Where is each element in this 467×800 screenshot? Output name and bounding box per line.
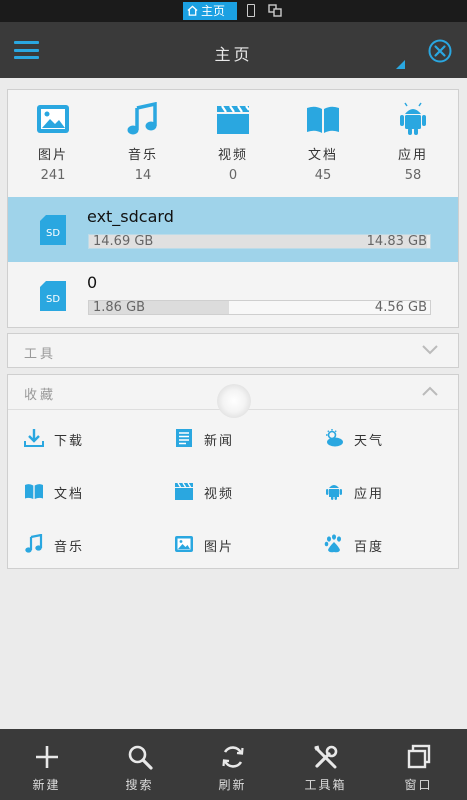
storage-used: 14.69 GB xyxy=(93,234,154,249)
close-icon[interactable] xyxy=(428,39,452,63)
favorite-label: 视频 xyxy=(204,487,235,502)
document-icon xyxy=(25,484,43,499)
image-icon xyxy=(175,536,193,552)
weather-icon xyxy=(326,429,343,447)
favorite-download[interactable]: 下载 xyxy=(24,426,154,450)
favorite-label: 音乐 xyxy=(54,540,85,555)
search-label: 搜索 xyxy=(125,778,154,792)
category-label: 图片 xyxy=(37,148,68,163)
refresh-label: 刷新 xyxy=(218,778,247,792)
svg-text:SD: SD xyxy=(46,228,60,239)
loading-indicator xyxy=(217,384,251,418)
storage-name: ext_sdcard xyxy=(87,207,174,226)
baidu-icon xyxy=(324,534,341,553)
storage-name: 0 xyxy=(87,273,98,292)
status-tab-label: 主页 xyxy=(201,4,226,18)
favorite-apps[interactable]: 应用 xyxy=(324,479,454,503)
tools-section-header[interactable]: 工具 xyxy=(7,333,459,368)
tools-icon xyxy=(314,745,337,769)
category-row: 图片 241 音乐 14 视频 0 文档 45 应用 58 xyxy=(8,90,458,194)
search-icon xyxy=(128,745,153,770)
chevron-down-icon xyxy=(422,345,438,355)
favorite-label: 新闻 xyxy=(204,434,235,449)
favorite-news[interactable]: 新闻 xyxy=(174,426,304,450)
svg-text:SD: SD xyxy=(46,294,60,305)
new-label: 新建 xyxy=(32,778,61,792)
storage-total: 4.56 GB xyxy=(374,300,427,315)
favorite-label: 文档 xyxy=(54,487,85,502)
new-button[interactable]: 新建 xyxy=(0,729,93,800)
toolbox-label: 工具箱 xyxy=(304,778,347,792)
storage-item-internal[interactable]: SD 0 1.86 GB 4.56 GB xyxy=(8,263,458,328)
favorite-music[interactable]: 音乐 xyxy=(24,532,154,556)
news-icon xyxy=(176,429,192,447)
music-icon xyxy=(25,534,43,553)
android-icon xyxy=(326,485,342,500)
favorite-documents[interactable]: 文档 xyxy=(24,479,154,503)
category-label: 文档 xyxy=(307,148,338,163)
windows-button[interactable]: 窗口 xyxy=(372,729,465,800)
category-images[interactable]: 图片 241 xyxy=(18,102,88,183)
favorite-videos[interactable]: 视频 xyxy=(174,479,304,503)
category-music[interactable]: 音乐 14 xyxy=(108,102,178,183)
storage-total: 14.83 GB xyxy=(366,234,427,249)
category-count: 45 xyxy=(314,168,332,183)
category-videos[interactable]: 视频 0 xyxy=(198,102,268,183)
favorite-weather[interactable]: 天气 xyxy=(324,426,454,450)
category-label: 应用 xyxy=(397,148,428,163)
favorite-label: 应用 xyxy=(354,487,385,502)
category-label: 视频 xyxy=(217,148,248,163)
android-icon xyxy=(400,102,426,135)
storage-usage-bar: 14.69 GB 14.83 GB xyxy=(88,234,431,249)
storage-item-ext-sdcard[interactable]: SD ext_sdcard 14.69 GB 14.83 GB xyxy=(8,197,458,262)
category-count: 58 xyxy=(404,168,422,183)
multi-window-icon xyxy=(268,4,282,17)
windows-icon xyxy=(407,744,430,769)
category-documents[interactable]: 文档 45 xyxy=(288,102,358,183)
document-icon xyxy=(307,106,339,133)
music-icon xyxy=(127,102,157,135)
video-icon xyxy=(217,105,250,134)
status-home-tab[interactable]: 主页 xyxy=(183,2,237,20)
search-button[interactable]: 搜索 xyxy=(93,729,186,800)
category-count: 14 xyxy=(134,168,152,183)
favorite-label: 天气 xyxy=(354,434,385,449)
dropdown-corner-icon[interactable] xyxy=(396,60,405,69)
image-icon xyxy=(37,105,69,133)
home-icon xyxy=(187,5,198,16)
plus-icon xyxy=(35,746,58,768)
phone-icon xyxy=(247,4,255,17)
bottom-toolbar: 新建 搜索 刷新 工具箱 窗口 xyxy=(0,729,467,800)
favorite-label: 百度 xyxy=(354,540,385,555)
sd-card-icon: SD xyxy=(40,281,66,311)
favorite-baidu[interactable]: 百度 xyxy=(324,532,454,556)
favorite-images[interactable]: 图片 xyxy=(174,532,304,556)
refresh-icon xyxy=(221,746,244,768)
windows-label: 窗口 xyxy=(404,778,433,792)
chevron-up-icon[interactable] xyxy=(422,385,438,397)
home-card: 图片 241 音乐 14 视频 0 文档 45 应用 58 SD ext_sdc… xyxy=(7,89,459,328)
category-apps[interactable]: 应用 58 xyxy=(378,102,448,183)
video-icon xyxy=(175,482,193,500)
favorite-label: 图片 xyxy=(204,540,235,555)
download-icon xyxy=(24,429,44,447)
category-label: 音乐 xyxy=(127,148,158,163)
category-count: 0 xyxy=(228,168,238,183)
storage-used: 1.86 GB xyxy=(93,300,146,315)
storage-usage-bar: 1.86 GB 4.56 GB xyxy=(88,300,431,315)
favorites-label: 收藏 xyxy=(24,388,57,403)
refresh-button[interactable]: 刷新 xyxy=(186,729,279,800)
sd-card-icon: SD xyxy=(40,215,66,245)
favorite-label: 下载 xyxy=(54,434,85,449)
status-bar: 主页 xyxy=(0,0,467,22)
tools-label: 工具 xyxy=(24,347,57,362)
app-header: 主页 xyxy=(0,22,467,78)
toolbox-button[interactable]: 工具箱 xyxy=(279,729,372,800)
category-count: 241 xyxy=(40,168,66,183)
